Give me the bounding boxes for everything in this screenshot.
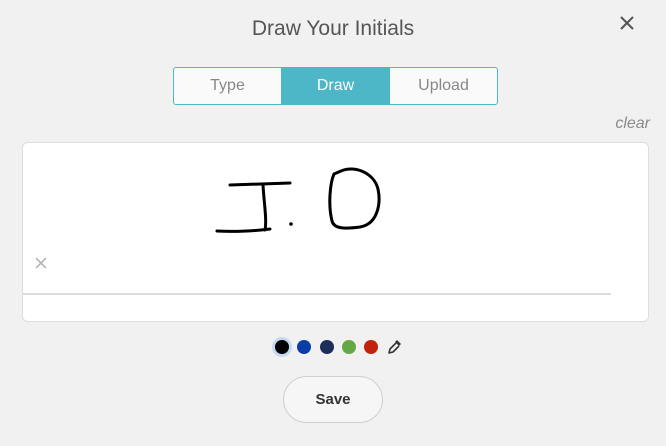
tab-draw[interactable]: Draw: [281, 68, 389, 104]
color-swatch-red[interactable]: [364, 340, 378, 354]
draw-initials-dialog: Draw Your Initials Type Draw Upload clea…: [0, 0, 666, 446]
color-palette: [270, 337, 410, 357]
color-picker-button[interactable]: [387, 338, 403, 356]
color-swatch-navy[interactable]: [320, 340, 334, 354]
color-swatch-blue[interactable]: [297, 340, 311, 354]
close-button[interactable]: [616, 12, 638, 34]
x-icon: [35, 257, 47, 269]
color-swatch-black[interactable]: [275, 340, 289, 354]
tab-type[interactable]: Type: [174, 68, 281, 104]
save-button[interactable]: Save: [283, 376, 383, 423]
color-swatch-green[interactable]: [342, 340, 356, 354]
dialog-title: Draw Your Initials: [251, 17, 415, 40]
clear-link[interactable]: clear: [615, 115, 650, 133]
tab-upload[interactable]: Upload: [389, 68, 497, 104]
eyedropper-icon: [388, 340, 401, 354]
signature-line: [23, 293, 611, 295]
close-icon: [620, 16, 634, 30]
drawing-canvas[interactable]: [22, 142, 649, 322]
drawn-initials: [215, 167, 381, 233]
signature-mode-tabs: Type Draw Upload: [173, 67, 498, 105]
